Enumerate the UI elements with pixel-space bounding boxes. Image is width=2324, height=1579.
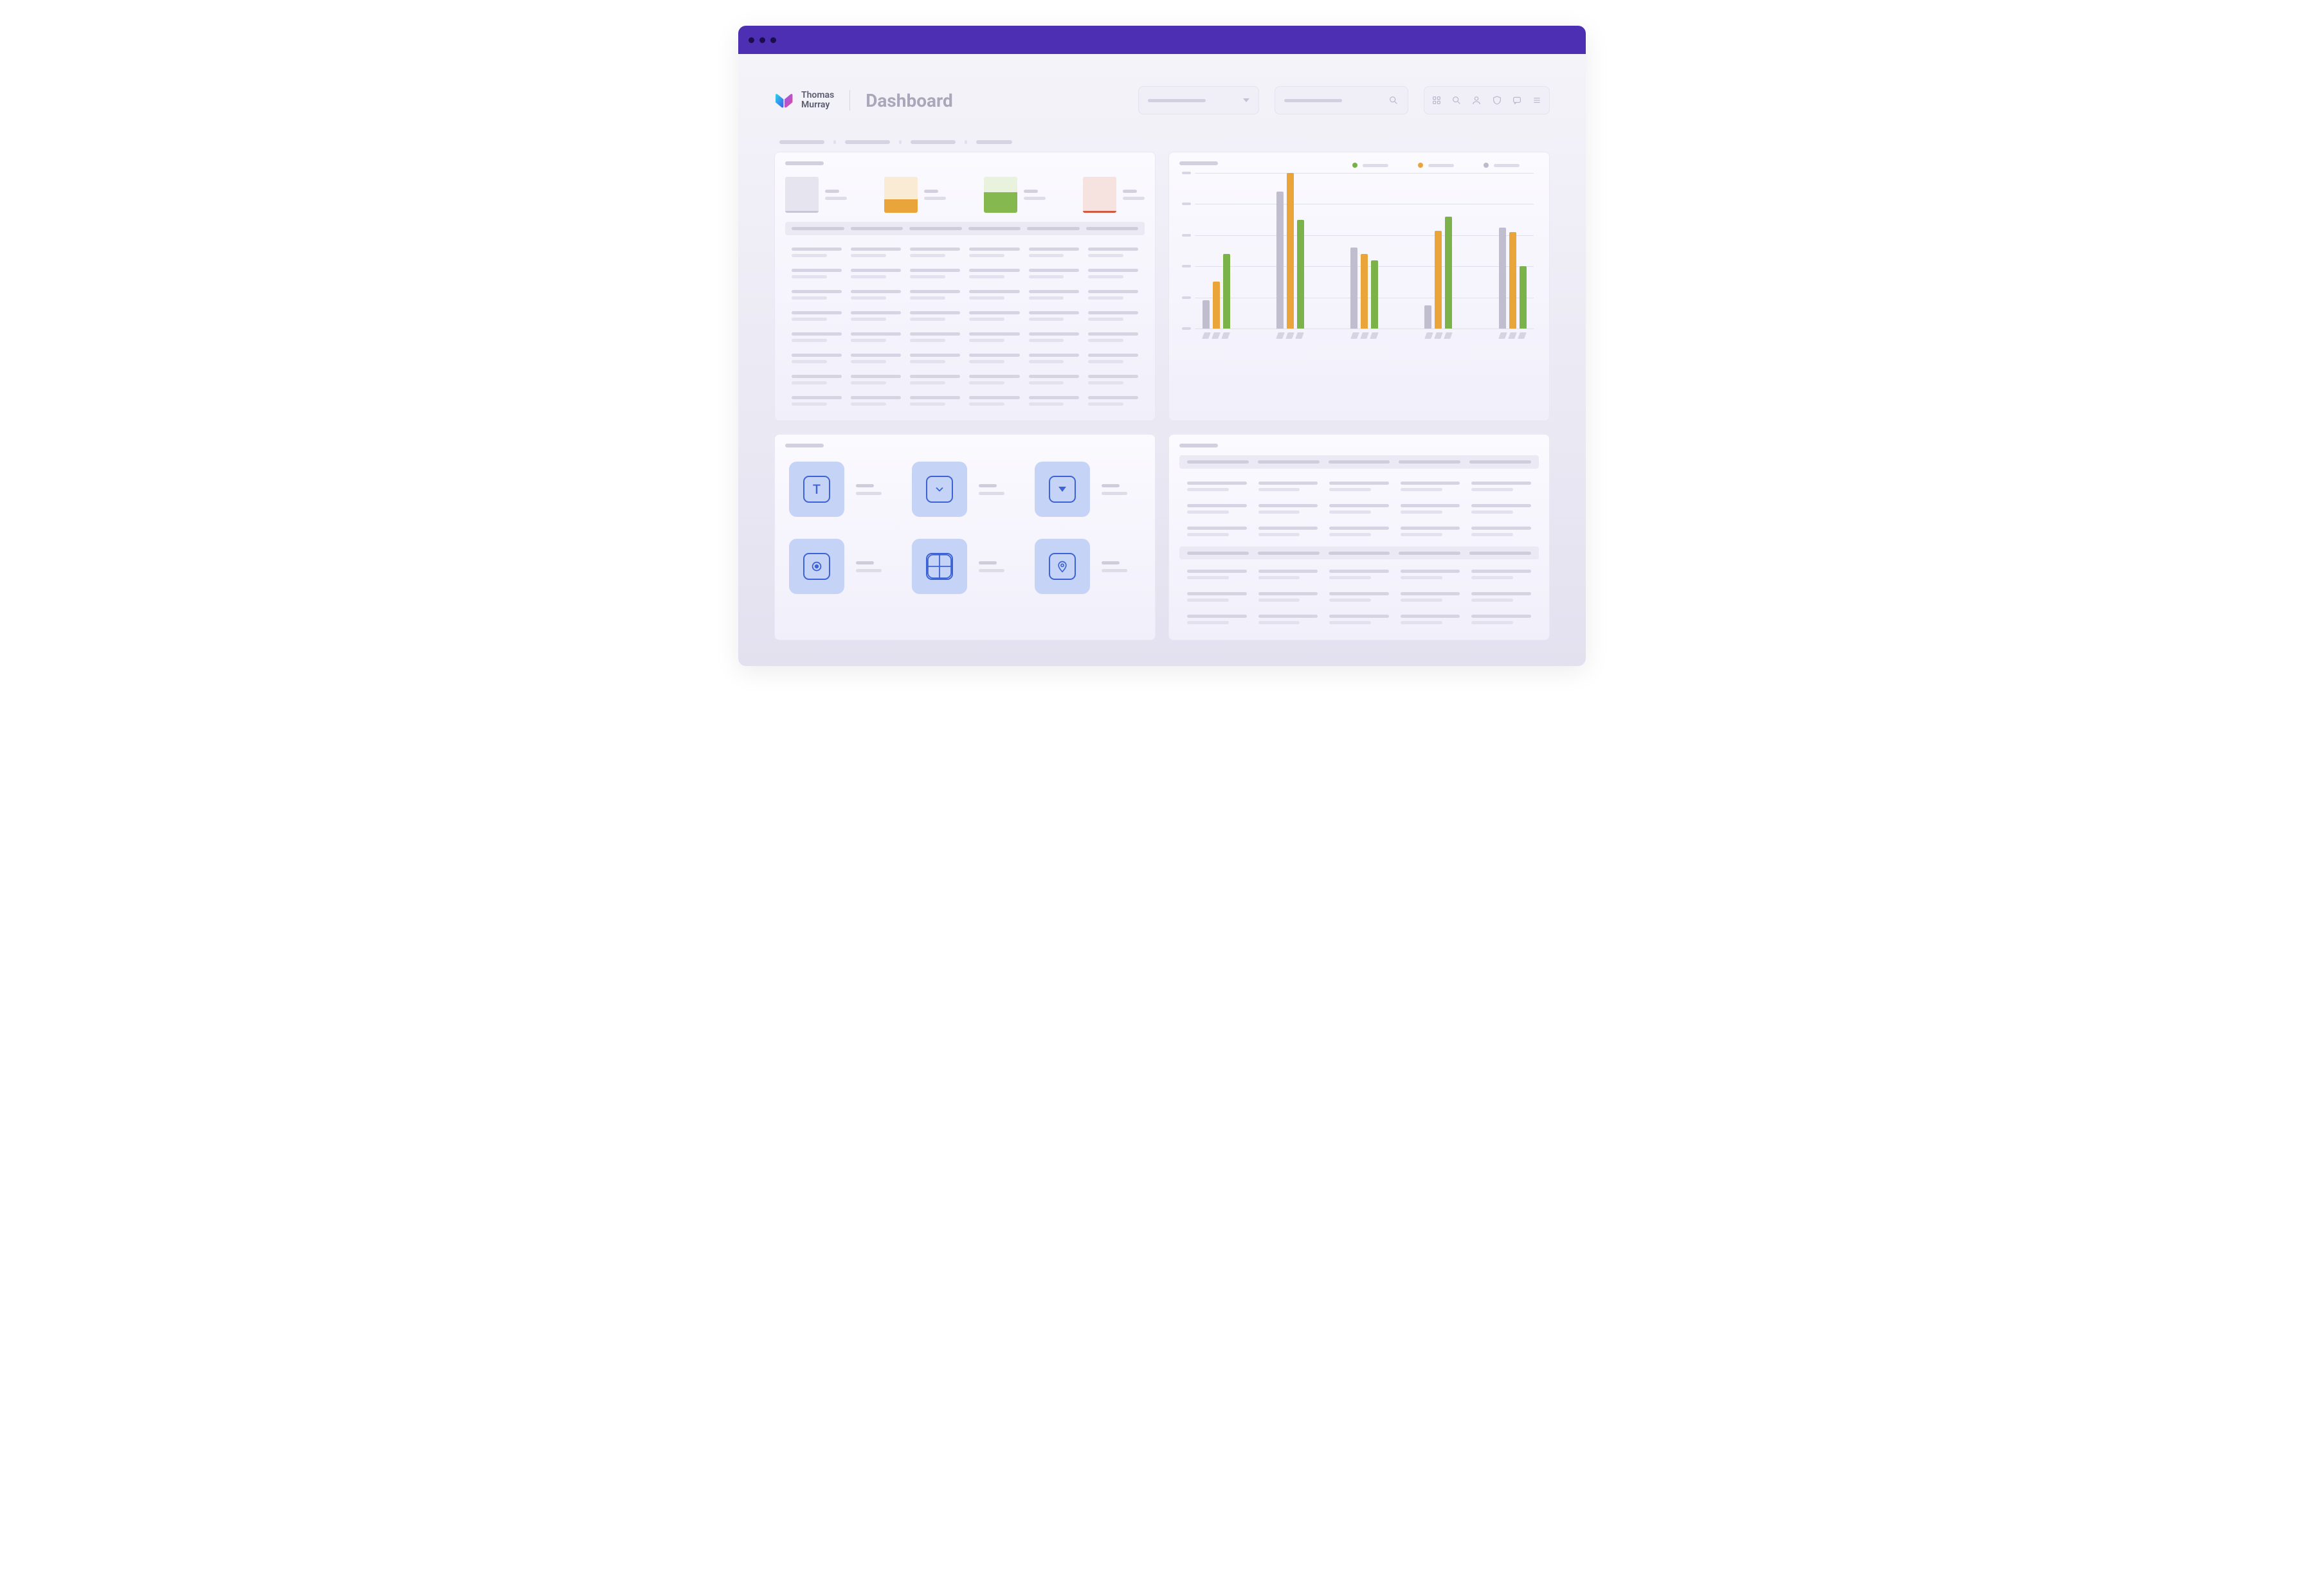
card-title xyxy=(785,161,824,165)
card-title xyxy=(785,444,824,447)
list-row[interactable] xyxy=(1179,586,1539,608)
list-header xyxy=(1179,455,1539,469)
header-divider xyxy=(849,90,850,111)
summary-item[interactable] xyxy=(785,177,847,213)
list-card xyxy=(1168,434,1550,640)
summary-swatch-green xyxy=(984,177,1017,213)
search-placeholder xyxy=(1284,99,1342,102)
summary-swatch-gray xyxy=(785,177,819,213)
summary-swatch-red xyxy=(1083,177,1116,213)
summary-row xyxy=(785,173,1145,222)
dropdown-value-placeholder xyxy=(1148,99,1206,102)
table-row[interactable] xyxy=(785,390,1145,411)
brand-logo[interactable]: Thomas Murray xyxy=(774,91,834,111)
icon-cell-pin[interactable] xyxy=(1035,539,1141,594)
bar-group[interactable] xyxy=(1348,173,1381,329)
table-row[interactable] xyxy=(785,327,1145,348)
icon-grid: T xyxy=(785,455,1145,600)
chevron-down-icon xyxy=(926,476,953,503)
table-row[interactable] xyxy=(785,348,1145,369)
search-icon[interactable] xyxy=(1451,95,1462,105)
grid-icon xyxy=(926,553,953,580)
brand-name: Thomas Murray xyxy=(801,91,834,111)
search-icon xyxy=(1388,95,1399,105)
legend-item[interactable] xyxy=(1352,163,1388,168)
window-control-minimize[interactable] xyxy=(759,37,765,43)
page-title: Dashboard xyxy=(866,90,953,111)
caret-down-icon xyxy=(1243,98,1249,102)
app-window: Thomas Murray Dashboard xyxy=(738,26,1586,666)
list-body xyxy=(1179,475,1539,543)
text-icon: T xyxy=(803,476,830,503)
chart-card xyxy=(1168,152,1550,421)
chart-area xyxy=(1179,173,1539,347)
table-body xyxy=(785,242,1145,411)
summary-item[interactable] xyxy=(984,177,1046,213)
shield-icon[interactable] xyxy=(1492,95,1502,105)
icon-cell-chevron[interactable] xyxy=(912,462,1018,517)
window-control-close[interactable] xyxy=(749,37,754,43)
map-pin-icon xyxy=(1049,553,1076,580)
card-title xyxy=(1179,444,1218,447)
user-icon[interactable] xyxy=(1471,95,1482,105)
table-row[interactable] xyxy=(785,263,1145,284)
card-title xyxy=(1179,161,1218,165)
icon-cell-grid[interactable] xyxy=(912,539,1018,594)
list-row[interactable] xyxy=(1179,563,1539,586)
breadcrumb-separator xyxy=(899,140,902,144)
app-content: Thomas Murray Dashboard xyxy=(738,54,1586,666)
legend-item[interactable] xyxy=(1418,163,1454,168)
table-row[interactable] xyxy=(785,284,1145,305)
icon-cell-target[interactable] xyxy=(789,539,895,594)
table-row[interactable] xyxy=(785,242,1145,263)
breadcrumb-item[interactable] xyxy=(911,140,956,144)
window-control-maximize[interactable] xyxy=(770,37,776,43)
table-row[interactable] xyxy=(785,305,1145,327)
list-subheader xyxy=(1179,546,1539,559)
breadcrumb-separator xyxy=(965,140,967,144)
list-row[interactable] xyxy=(1179,520,1539,543)
summary-item[interactable] xyxy=(1083,177,1145,213)
icon-cell-text[interactable]: T xyxy=(789,462,895,517)
bar-group[interactable] xyxy=(1496,173,1529,329)
breadcrumbs xyxy=(774,140,1550,144)
bar-group[interactable] xyxy=(1274,173,1306,329)
chart-x-ticks xyxy=(1195,332,1534,347)
breadcrumb-separator xyxy=(833,140,836,144)
summary-item[interactable] xyxy=(884,177,946,213)
menu-icon[interactable] xyxy=(1532,95,1542,105)
chart-legend xyxy=(1352,163,1539,168)
breadcrumb-item[interactable] xyxy=(845,140,890,144)
list-body xyxy=(1179,563,1539,631)
target-icon xyxy=(803,553,830,580)
bar-group[interactable] xyxy=(1200,173,1232,329)
logo-mark-icon xyxy=(774,91,795,109)
dashboard-grid: T xyxy=(774,152,1550,640)
header-search[interactable] xyxy=(1275,86,1408,114)
icon-cell-dropdown[interactable] xyxy=(1035,462,1141,517)
chat-icon[interactable] xyxy=(1512,95,1522,105)
header: Thomas Murray Dashboard xyxy=(774,86,1550,114)
bar-group[interactable] xyxy=(1422,173,1455,329)
header-dropdown[interactable] xyxy=(1138,86,1259,114)
dropdown-icon xyxy=(1049,476,1076,503)
icons-card: T xyxy=(774,434,1156,640)
chart-plot xyxy=(1195,173,1534,329)
list-row[interactable] xyxy=(1179,475,1539,498)
legend-item[interactable] xyxy=(1484,163,1520,168)
breadcrumb-item[interactable] xyxy=(976,140,1012,144)
apps-icon[interactable] xyxy=(1431,95,1442,105)
window-titlebar xyxy=(738,26,1586,54)
list-row[interactable] xyxy=(1179,498,1539,520)
summary-card xyxy=(774,152,1156,421)
breadcrumb-item[interactable] xyxy=(779,140,824,144)
table-row[interactable] xyxy=(785,369,1145,390)
header-toolbar xyxy=(1424,86,1550,114)
list-row[interactable] xyxy=(1179,608,1539,631)
table-header xyxy=(785,222,1145,235)
summary-swatch-orange xyxy=(884,177,918,213)
